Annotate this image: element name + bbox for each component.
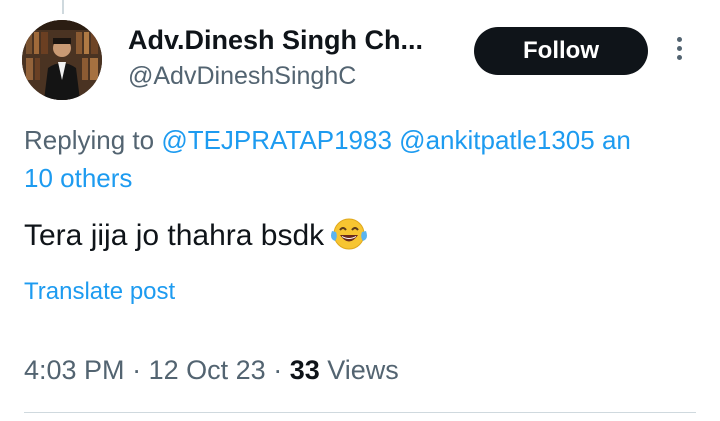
divider <box>24 412 696 413</box>
meta-separator: · <box>273 355 283 385</box>
views-label: Views <box>327 355 399 385</box>
timestamp-time[interactable]: 4:03 PM <box>24 355 125 385</box>
author-handle[interactable]: @AdvDineshSinghC <box>128 60 356 92</box>
mention-link[interactable]: @TEJPRATAP1983 <box>161 125 392 155</box>
face-with-tears-of-joy-icon <box>330 217 368 264</box>
mention-link[interactable]: @ankitpatle1305 <box>399 125 595 155</box>
tweet-body: Tera jija jo thahra bsdk <box>24 219 325 252</box>
timestamp-date[interactable]: 12 Oct 23 <box>149 355 266 385</box>
views-count: 33 <box>289 355 320 385</box>
replying-to-label: Replying to <box>24 125 162 155</box>
avatar-photo-icon <box>22 20 102 100</box>
follow-button[interactable]: Follow <box>474 27 648 75</box>
more-options-icon[interactable] <box>670 34 688 70</box>
others-link[interactable]: 10 others <box>24 160 132 196</box>
thread-connector-line <box>62 0 64 14</box>
tweet-text: Tera jija jo thahra bsdk <box>24 214 368 264</box>
replying-to-line: Replying to @TEJPRATAP1983 @ankitpatle13… <box>24 120 720 160</box>
tweet-metadata: 4:03 PM · 12 Oct 23 · 33 Views <box>24 352 399 388</box>
author-display-name[interactable]: Adv.Dinesh Singh Ch... <box>128 23 448 57</box>
avatar[interactable] <box>22 20 102 100</box>
mention-link-truncated[interactable]: an <box>602 125 631 155</box>
translate-post-link[interactable]: Translate post <box>24 276 175 308</box>
meta-separator: · <box>132 355 142 385</box>
